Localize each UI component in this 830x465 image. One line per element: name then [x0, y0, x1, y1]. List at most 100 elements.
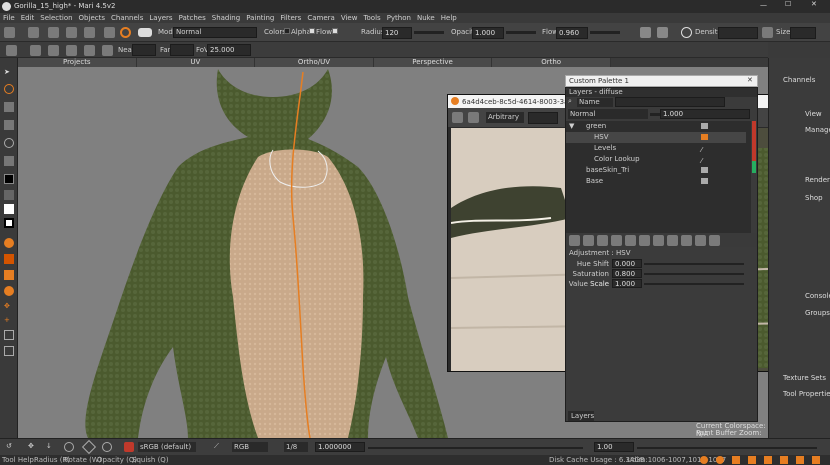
status-sync-icon[interactable] [732, 456, 740, 464]
rp-tool-properties[interactable]: Tool Properties [783, 390, 830, 399]
far-input[interactable] [170, 44, 194, 56]
size-input[interactable] [790, 27, 816, 39]
blur-tool-icon[interactable] [4, 286, 14, 296]
smudge-tool-icon[interactable] [4, 270, 14, 280]
reset-colors-icon[interactable] [4, 218, 14, 228]
layer-row[interactable]: Color Lookup ⁄ [566, 154, 746, 165]
hue-shift-input[interactable] [612, 259, 642, 268]
new-file-icon[interactable] [4, 27, 15, 38]
rp-groups[interactable]: Groups [805, 309, 830, 318]
brush-tool-icon[interactable] [4, 156, 14, 166]
brush-shape-icon[interactable] [138, 28, 152, 37]
menu-selection[interactable]: Selection [37, 13, 75, 23]
mode-dropdown[interactable]: Normal [173, 27, 257, 38]
rp-channels[interactable]: Channels [783, 76, 830, 85]
status-info-icon[interactable] [716, 456, 724, 464]
tab-ortho-uv[interactable]: Ortho/UV [255, 58, 374, 67]
merge-icon[interactable] [653, 235, 664, 246]
camera-icon[interactable] [66, 45, 77, 56]
density-input[interactable] [718, 27, 758, 39]
layers-footer-tab[interactable]: Layers [568, 411, 594, 421]
lasso-icon[interactable] [64, 442, 74, 452]
rp-shop[interactable]: Shop [805, 194, 830, 203]
lut-icon[interactable]: ⟋ [214, 442, 219, 451]
opacity-input[interactable] [472, 27, 504, 39]
rp-console[interactable]: Console [805, 292, 830, 301]
frame-icon[interactable] [4, 330, 14, 340]
zoom-icon[interactable] [4, 138, 14, 148]
circle-select-icon[interactable] [102, 442, 112, 452]
duplicate-icon[interactable] [681, 235, 692, 246]
add-layer-icon[interactable] [569, 235, 580, 246]
checker-icon[interactable] [657, 27, 668, 38]
close-icon[interactable]: ✕ [811, 0, 817, 8]
blend-mode-dropdown[interactable]: Normal [568, 109, 648, 119]
rp-manager[interactable]: Manager [805, 126, 830, 135]
layer-row[interactable]: baseSkin_Tri [566, 165, 746, 176]
undo-icon[interactable] [66, 27, 77, 38]
image-tool-icon[interactable] [452, 112, 463, 123]
menu-shading[interactable]: Shading [209, 13, 243, 23]
menu-tools[interactable]: Tools [360, 13, 383, 23]
gain-input[interactable] [315, 442, 365, 452]
menu-python[interactable]: Python [384, 13, 414, 23]
add-mask-icon[interactable] [639, 235, 650, 246]
colorspace-dropdown[interactable]: sRGB (default) [138, 442, 196, 452]
menu-nuke[interactable]: Nuke [414, 13, 438, 23]
transform-icon[interactable] [4, 102, 14, 112]
opacity-slider[interactable] [506, 31, 536, 34]
radius-input[interactable] [382, 27, 412, 39]
background-color-swatch[interactable] [4, 204, 14, 214]
swap-colors-icon[interactable] [4, 190, 14, 200]
status-gpu-icon[interactable] [780, 456, 788, 464]
select-arrow-icon[interactable]: ➤ [4, 68, 14, 78]
menu-camera[interactable]: Camera [304, 13, 337, 23]
maximize-icon[interactable]: ☐ [785, 0, 791, 8]
clear-icon[interactable] [48, 45, 59, 56]
fov-input[interactable] [207, 44, 251, 56]
rp-texture-sets[interactable]: Texture Sets [783, 374, 830, 383]
menu-painting[interactable]: Painting [243, 13, 277, 23]
navigate-icon[interactable] [4, 84, 14, 94]
menu-filters[interactable]: Filters [277, 13, 304, 23]
fill-tool-icon[interactable] [4, 238, 14, 248]
layer-row[interactable]: HSV [566, 132, 746, 143]
add-adjustment-icon[interactable] [611, 235, 622, 246]
frame-alt-icon[interactable] [4, 346, 14, 356]
foreground-color-swatch[interactable] [4, 174, 14, 184]
rotate-view-icon[interactable]: ↺ [6, 442, 12, 450]
flow-checkbox[interactable] [309, 28, 315, 34]
open-file-icon[interactable] [28, 27, 39, 38]
delete-icon[interactable] [695, 235, 706, 246]
unproject-icon[interactable] [30, 45, 41, 56]
move-tool-icon[interactable]: ✥ [4, 302, 14, 312]
exposure-input[interactable] [594, 442, 634, 452]
size-icon[interactable] [762, 27, 773, 38]
save-icon[interactable] [48, 27, 59, 38]
paint-brush-icon[interactable] [120, 27, 131, 38]
custom-palette-close-icon[interactable]: ✕ [747, 76, 753, 84]
tab-projects[interactable]: Projects [18, 58, 137, 67]
flow-slider[interactable] [590, 31, 620, 34]
channel-dropdown[interactable]: RGB [232, 442, 268, 452]
rp-render[interactable]: Render [805, 176, 830, 185]
add-group-icon[interactable] [625, 235, 636, 246]
layer-opacity-slider[interactable] [650, 113, 660, 116]
layer-row[interactable]: Levels ⁄ [566, 143, 746, 154]
menu-patches[interactable]: Patches [176, 13, 209, 23]
status-settings-icon[interactable] [812, 456, 820, 464]
menu-layers[interactable]: Layers [146, 13, 175, 23]
tab-ortho[interactable]: Ortho [492, 58, 611, 67]
film-icon[interactable] [84, 45, 95, 56]
rp-view[interactable]: View [805, 110, 830, 119]
add-procedural-icon[interactable] [597, 235, 608, 246]
grid-icon[interactable] [640, 27, 651, 38]
image-mode-dropdown[interactable]: Arbitrary [486, 112, 524, 123]
globe-icon[interactable] [681, 27, 692, 38]
menu-edit[interactable]: Edit [18, 13, 38, 23]
layer-row[interactable]: ▼ green [566, 121, 746, 132]
polygon-select-icon[interactable] [81, 439, 97, 455]
radius-slider[interactable] [414, 31, 444, 34]
menu-help[interactable]: Help [438, 13, 460, 23]
radius-checkbox[interactable] [332, 28, 338, 34]
